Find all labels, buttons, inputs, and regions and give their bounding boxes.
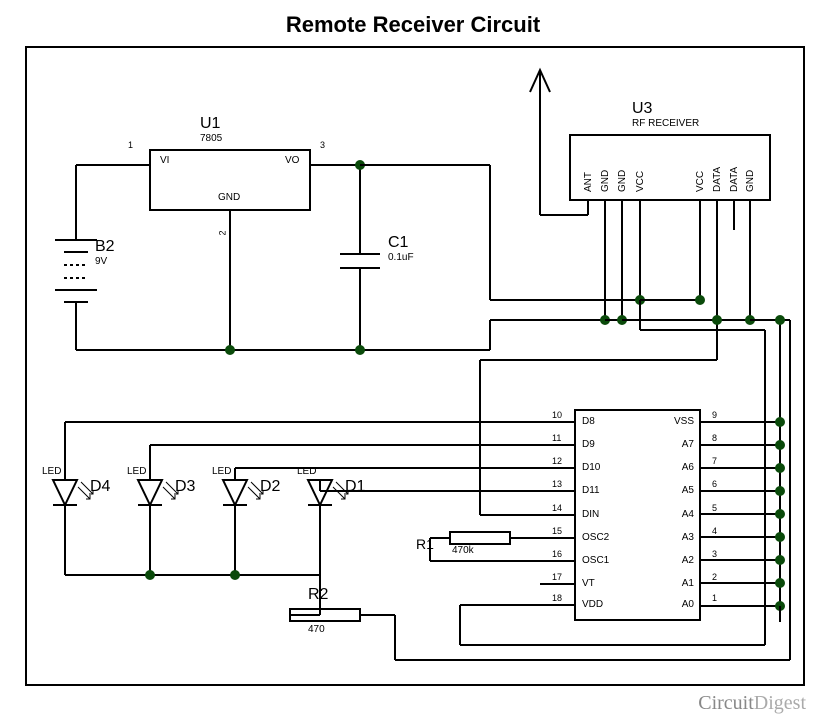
ic-rn4: 5 <box>712 503 717 513</box>
ic-r7: A1 <box>670 578 694 589</box>
d2-type: LED <box>212 466 231 477</box>
led-d1 <box>308 480 348 575</box>
ic-r0: VSS <box>670 416 694 427</box>
ic-ln3: 13 <box>552 479 562 489</box>
r1-ref: R1 <box>416 536 434 552</box>
u3-p3: VCC <box>635 171 646 192</box>
led-d3 <box>138 480 178 575</box>
u1-pin-vo: VO <box>285 155 299 166</box>
u3-part: RF RECEIVER <box>632 118 699 129</box>
d4-ref: D4 <box>90 478 110 496</box>
b2-ref: B2 <box>95 238 115 256</box>
schematic-svg <box>0 0 826 721</box>
c1-val: 0.1uF <box>388 252 414 263</box>
watermark: CircuitDigest <box>698 692 806 715</box>
ic-rn7: 2 <box>712 572 717 582</box>
ic-r3: A5 <box>670 485 694 496</box>
c1-ref: C1 <box>388 234 408 252</box>
ic-l6: OSC1 <box>582 555 609 566</box>
u1-part: 7805 <box>200 133 222 144</box>
wm-b: Digest <box>754 692 806 714</box>
d3-type: LED <box>127 466 146 477</box>
u1-num-3: 3 <box>320 140 325 150</box>
ic-l5: OSC2 <box>582 532 609 543</box>
d3-ref: D3 <box>175 478 195 496</box>
r2-val: 470 <box>308 624 325 635</box>
ic-r5: A3 <box>670 532 694 543</box>
ic-rn6: 3 <box>712 549 717 559</box>
r1-val: 470k <box>452 545 474 556</box>
u3-p2: GND <box>617 170 628 192</box>
ic-l4: DIN <box>582 509 599 520</box>
u1-pin-gnd: GND <box>218 192 240 203</box>
ic-r6: A2 <box>670 555 694 566</box>
ic-rn1: 8 <box>712 433 717 443</box>
r2-ref: R2 <box>308 586 328 604</box>
d2-ref: D2 <box>260 478 280 496</box>
led-d4 <box>53 480 93 575</box>
u1-num-2: 2 <box>218 230 228 235</box>
ic-rn5: 4 <box>712 526 717 536</box>
ic-l3: D11 <box>582 485 600 496</box>
wm-a: Circuit <box>698 692 754 714</box>
ic-rn0: 9 <box>712 410 717 420</box>
u1-pin-vi: VI <box>160 155 169 166</box>
u3-ref: U3 <box>632 100 652 118</box>
ic-ln4: 14 <box>552 503 562 513</box>
ic-ln1: 11 <box>552 433 561 443</box>
d1-type: LED <box>297 466 316 477</box>
u3-p0: ANT <box>583 172 594 192</box>
u3-p7: GND <box>745 170 756 192</box>
u3-p1: GND <box>600 170 611 192</box>
d4-type: LED <box>42 466 61 477</box>
ic-ln6: 16 <box>552 549 562 559</box>
ic-ln2: 12 <box>552 456 562 466</box>
ic-r4: A4 <box>670 509 694 520</box>
ic-r1: A7 <box>670 439 694 450</box>
ic-r8: A0 <box>670 599 694 610</box>
u3-p4: VCC <box>695 171 706 192</box>
ic-l7: VT <box>582 578 595 589</box>
u1-num-1: 1 <box>128 140 133 150</box>
u1-ref: U1 <box>200 115 220 133</box>
ic-ln5: 15 <box>552 526 562 536</box>
ic-r2: A6 <box>670 462 694 473</box>
ic-l0: D8 <box>582 416 595 427</box>
ic-l1: D9 <box>582 439 595 450</box>
b2-val: 9V <box>95 256 107 267</box>
led-d2 <box>223 480 263 575</box>
ic-rn3: 6 <box>712 479 717 489</box>
ic-l8: VDD <box>582 599 603 610</box>
ic-rn2: 7 <box>712 456 717 466</box>
ic-l2: D10 <box>582 462 600 473</box>
u3-p6: DATA <box>729 167 740 192</box>
ic-rn8: 1 <box>712 593 717 603</box>
ic-ln0: 10 <box>552 410 562 420</box>
u3-p5: DATA <box>712 167 723 192</box>
ic-ln8: 18 <box>552 593 562 603</box>
d1-ref: D1 <box>345 478 365 496</box>
ic-ln7: 17 <box>552 572 562 582</box>
